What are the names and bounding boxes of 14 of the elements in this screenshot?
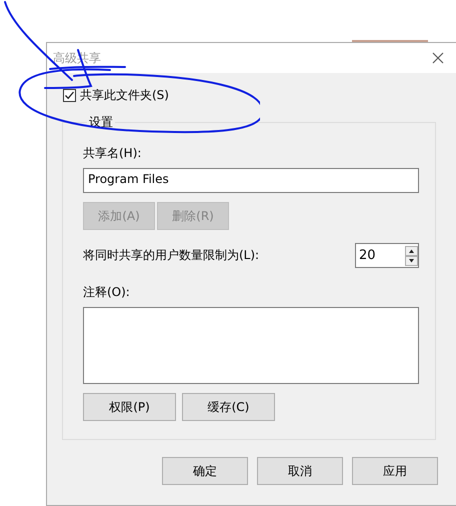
field-label: 注释(O):	[83, 284, 131, 301]
comment-field[interactable]	[83, 307, 419, 384]
dialog-button[interactable]: 权限(P)	[83, 393, 176, 421]
dialog-button[interactable]: 确定	[162, 457, 248, 485]
share-checkbox[interactable]	[63, 89, 76, 102]
field-label: 共享名(H):	[83, 145, 142, 162]
user-limit-spinner[interactable]: 20	[355, 243, 419, 268]
dialog-button[interactable]: 缓存(C)	[182, 393, 275, 421]
close-icon[interactable]	[432, 52, 444, 64]
field-label: 将同时共享的用户数量限制为(L):	[83, 247, 260, 264]
dialog-button[interactable]: 应用	[352, 457, 438, 485]
checkbox-label: 共享此文件夹(S)	[80, 87, 169, 104]
dialog-button[interactable]: 取消	[257, 457, 343, 485]
share-name-field[interactable]: Program Files	[83, 168, 419, 193]
